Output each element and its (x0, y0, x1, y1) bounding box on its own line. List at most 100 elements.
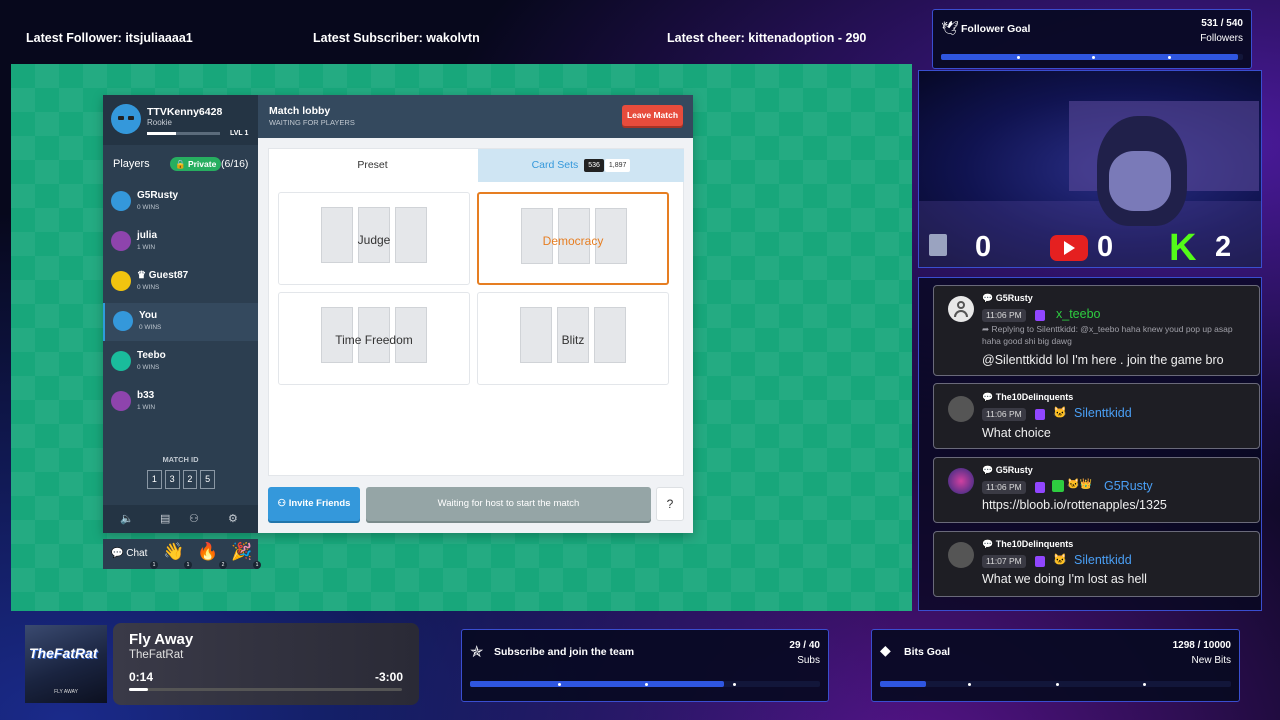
private-badge[interactable]: 🔒 Private (170, 157, 222, 171)
chat-message: 💬 The10Delinquents 11:07 PM 🐱 Silenttkid… (933, 531, 1260, 597)
chat-bubble-icon: 💬 (982, 392, 996, 402)
chat-text: What choice (982, 426, 1051, 440)
player-name: b33 (137, 390, 155, 401)
player-wins: 1 WIN (137, 404, 156, 411)
song-elapsed: 0:14 (129, 670, 154, 684)
tab-card-sets[interactable]: Card Sets 536 1,897 (478, 149, 684, 182)
player-avatar (113, 311, 133, 331)
chat-username: Silenttkidd (1074, 553, 1132, 567)
player-row[interactable]: julia 1 WIN (103, 223, 258, 261)
goal-tick (1167, 55, 1171, 59)
match-id-digit: 5 (200, 470, 215, 489)
leave-match-button[interactable]: Leave Match (622, 105, 683, 126)
tab-preset[interactable]: Preset (269, 149, 476, 182)
chat-channel: 💬 G5Rusty (982, 465, 1033, 476)
player-name: ♛ Guest87 (137, 270, 189, 281)
mode-card-democracy[interactable]: Democracy (477, 192, 669, 285)
start-match-button[interactable]: Waiting for host to start the match (366, 487, 651, 521)
mode-card-judge[interactable]: Judge (278, 192, 470, 285)
xp-fill (147, 132, 177, 135)
chat-header-name: The10Delinquents (995, 539, 1074, 549)
latest-cheer: Latest cheer: kittenadoption - 290 (667, 31, 867, 45)
chat-username: Silenttkidd (1074, 406, 1132, 420)
chat-bubble-icon: 💬 (982, 293, 996, 303)
album-title-text: FLY AWAY (54, 689, 78, 695)
twitch-badge-icon (1035, 556, 1045, 567)
cards-icon[interactable]: ▤ (160, 512, 170, 525)
xp-bar (147, 132, 220, 135)
chat-username: G5Rusty (1104, 479, 1153, 493)
chat-bubble-icon: 💬 (982, 539, 996, 549)
check-badge-icon (1052, 480, 1064, 492)
gear-icon[interactable]: ⚙ (228, 512, 238, 525)
sunglasses-icon (128, 116, 134, 120)
twitch-badge-icon (1035, 310, 1045, 321)
mode-card-blitz[interactable]: Blitz (477, 292, 669, 385)
sub-goal-unit: Subs (797, 655, 820, 666)
invite-friends-button[interactable]: ⚇ Invite Friends (268, 487, 360, 521)
chat-time: 11:07 PM (982, 555, 1026, 568)
chat-channel: 💬 The10Delinquents (982, 392, 1073, 403)
now-playing-card: Fly Away TheFatRat 0:14 -3:00 (113, 623, 419, 705)
lobby-sidebar: TTVKenny6428 Rookie LVL 1 Players 🔒 Priv… (103, 95, 258, 533)
youtube-play-icon (1064, 241, 1075, 255)
follower-goal: 🕊 Follower Goal 531 / 540 Followers (932, 9, 1252, 69)
bits-goal-number: 1298 / 10000 (1172, 640, 1231, 651)
chat-text: What we doing I'm lost as hell (982, 572, 1147, 586)
stream-alert-bar: Latest Follower: itsjuliaaaa1 Latest Sub… (10, 12, 925, 64)
bits-goal: ◆ Bits Goal 1298 / 10000 New Bits (871, 629, 1240, 702)
player-row[interactable]: G5Rusty 0 WINS (103, 183, 258, 221)
speaker-icon[interactable]: 🔈 (120, 512, 134, 525)
player-wins: 0 WINS (137, 364, 160, 371)
kick-count: 2 (1215, 231, 1232, 263)
wave-emote-icon[interactable]: 👋 (163, 542, 184, 562)
twitch-badge-icon (1035, 409, 1045, 420)
mode-name: Time Freedom (335, 333, 413, 347)
chat-channel: 💬 The10Delinquents (982, 539, 1073, 550)
player-name: Teebo (137, 350, 166, 361)
player-avatar (111, 231, 131, 251)
player-row[interactable]: Teebo 0 WINS (103, 343, 258, 381)
player-row[interactable]: You 0 WINS (103, 303, 258, 341)
twitch-logo-icon (929, 234, 947, 256)
player-name: G5Rusty (137, 190, 179, 201)
album-artist-text: TheFatRat (29, 645, 98, 661)
chat-header-name: The10Delinquents (995, 392, 1074, 402)
player-wins: 1 WIN (137, 244, 156, 251)
chat-message: 💬 G5Rusty 11:06 PM x_teebo ➦ Replying to… (933, 285, 1260, 376)
song-progress-fill (129, 688, 149, 691)
match-id-digit: 1 (147, 470, 162, 489)
mode-card-time-freedom[interactable]: Time Freedom (278, 292, 470, 385)
player-name: You (139, 310, 158, 321)
player-row[interactable]: b33 1 WIN (103, 383, 258, 421)
match-id: 1 3 2 5 (147, 470, 215, 489)
card-set-count: 536 (584, 158, 604, 172)
goal-tick (645, 682, 648, 686)
game-area: TTVKenny6428 Rookie LVL 1 Players 🔒 Priv… (11, 64, 912, 611)
chat-text: https://bloob.io/rottenapples/1325 (982, 498, 1167, 512)
mode-name: Judge (357, 233, 391, 247)
song-progress-bar (129, 688, 402, 691)
fire-emote-icon[interactable]: 🔥 (197, 542, 218, 562)
webcam-feed: 0 0 K 2 (918, 70, 1262, 268)
latest-follower: Latest Follower: itsjuliaaaa1 (26, 31, 193, 45)
chat-button[interactable]: 💬 Chat (111, 548, 147, 559)
emote-count: 1 (253, 561, 261, 569)
player-avatar (111, 391, 131, 411)
player-wins: 0 WINS (137, 284, 160, 291)
mode-name: Blitz (561, 333, 585, 347)
twitch-badge-icon (1035, 482, 1045, 493)
sunglasses-icon (118, 116, 124, 120)
background-desk (919, 201, 1261, 267)
goal-tick (1092, 55, 1095, 59)
player-row[interactable]: ♛ Guest87 0 WINS (103, 263, 258, 301)
player-avatar (111, 271, 131, 291)
sub-goal: ✯ Subscribe and join the team 29 / 40 Su… (461, 629, 829, 702)
bits-gem-icon: ◆ (880, 642, 891, 658)
bits-goal-bar (880, 681, 1231, 687)
players-icon[interactable]: ⚇ (189, 512, 199, 525)
help-button[interactable]: ? (656, 487, 684, 521)
sub-goal-number: 29 / 40 (789, 640, 820, 651)
party-emote-icon[interactable]: 🎉 (231, 542, 252, 562)
player-avatar (111, 191, 131, 211)
